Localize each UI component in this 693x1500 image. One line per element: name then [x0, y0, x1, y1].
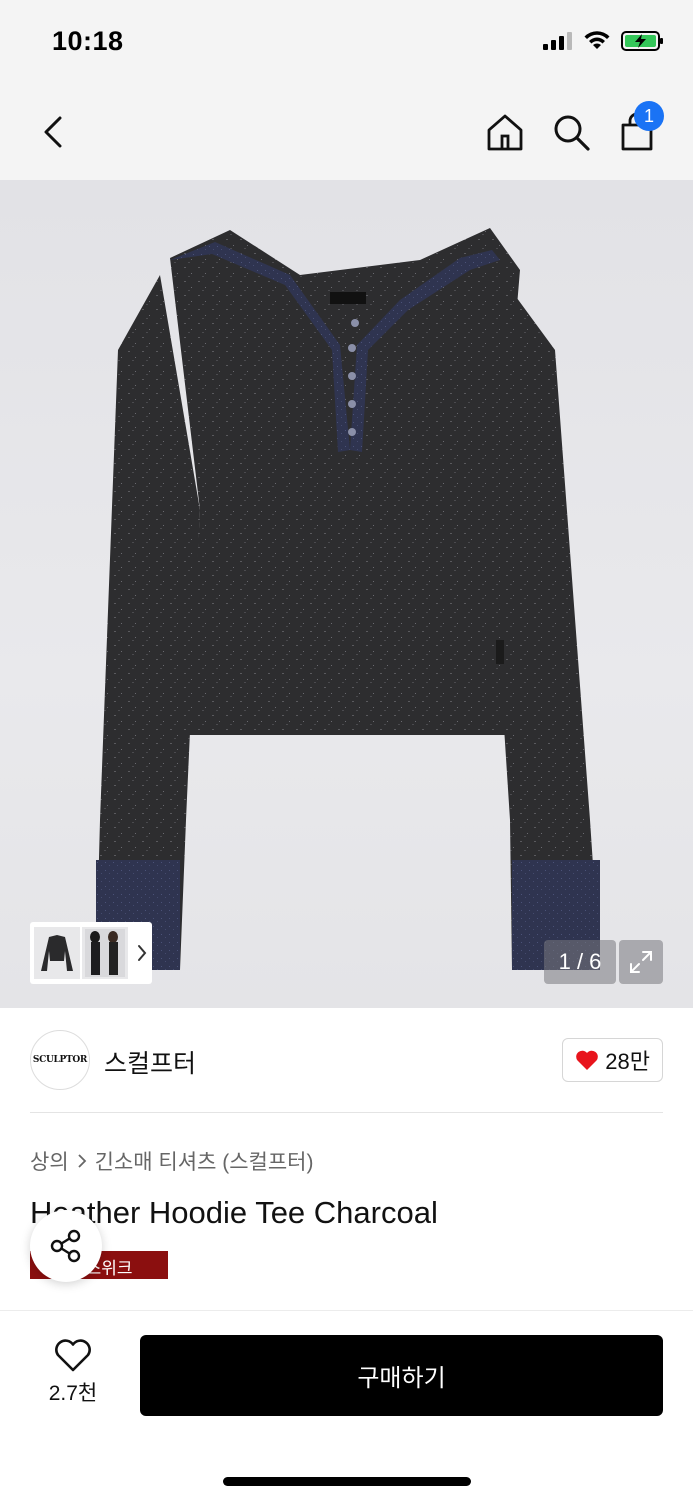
battery-charging-icon	[621, 31, 663, 51]
chevron-right-icon	[78, 1154, 86, 1168]
thumbnail-model-image	[85, 929, 125, 977]
share-button[interactable]	[30, 1210, 102, 1282]
home-indicator	[223, 1477, 471, 1486]
heart-filled-icon	[576, 1050, 599, 1070]
brand-logo-text: SCULPTOR	[32, 1055, 88, 1065]
back-button[interactable]	[28, 107, 78, 157]
status-icons	[543, 30, 665, 52]
thumbnail-2[interactable]	[82, 927, 128, 979]
signal-icon	[543, 32, 572, 50]
expand-icon	[630, 951, 652, 973]
chevron-right-icon[interactable]	[136, 943, 148, 963]
product-image-gallery[interactable]: 1 / 6	[0, 180, 693, 1008]
search-button[interactable]	[546, 107, 596, 157]
wishlist-button[interactable]: 2.7천	[30, 1339, 116, 1407]
wishlist-count: 2.7천	[48, 1382, 98, 1405]
top-nav: 1	[0, 85, 693, 180]
home-icon	[487, 114, 523, 151]
brand-name[interactable]: 스컬프터	[104, 1044, 196, 1080]
cart-button[interactable]: 1	[612, 101, 664, 157]
cart-count-badge: 1	[634, 101, 664, 131]
image-counter: 1 / 6	[544, 940, 616, 984]
thumbnail-strip[interactable]	[30, 922, 152, 984]
heart-outline-icon	[55, 1339, 91, 1372]
breadcrumb-category[interactable]: 상의	[30, 1146, 69, 1176]
brand-row[interactable]: SCULPTOR 스컬프터 28만	[30, 1030, 663, 1090]
breadcrumb: 상의 긴소매 티셔츠 (스컬프터)	[30, 1146, 314, 1176]
bottom-action-bar: 2.7천 구매하기	[0, 1310, 693, 1500]
product-image	[96, 228, 600, 970]
fullscreen-button[interactable]	[619, 940, 663, 984]
home-button[interactable]	[480, 107, 530, 157]
brand-like-count: 28만	[605, 1049, 650, 1074]
buy-button[interactable]: 구매하기	[140, 1335, 663, 1416]
thumbnail-1[interactable]	[34, 927, 80, 979]
search-icon	[554, 115, 590, 151]
brand-like-button[interactable]: 28만	[562, 1038, 663, 1082]
thumbnail-shirt-image	[41, 935, 73, 971]
divider	[30, 1112, 663, 1113]
status-time: 10:18	[52, 26, 124, 56]
status-bar: 10:18	[0, 0, 693, 85]
wifi-icon	[584, 31, 610, 49]
share-icon	[50, 1229, 81, 1263]
brand-logo[interactable]: SCULPTOR	[30, 1030, 90, 1090]
breadcrumb-subcategory[interactable]: 긴소매 티셔츠 (스컬프터)	[95, 1146, 314, 1176]
chevron-left-icon	[44, 116, 62, 148]
